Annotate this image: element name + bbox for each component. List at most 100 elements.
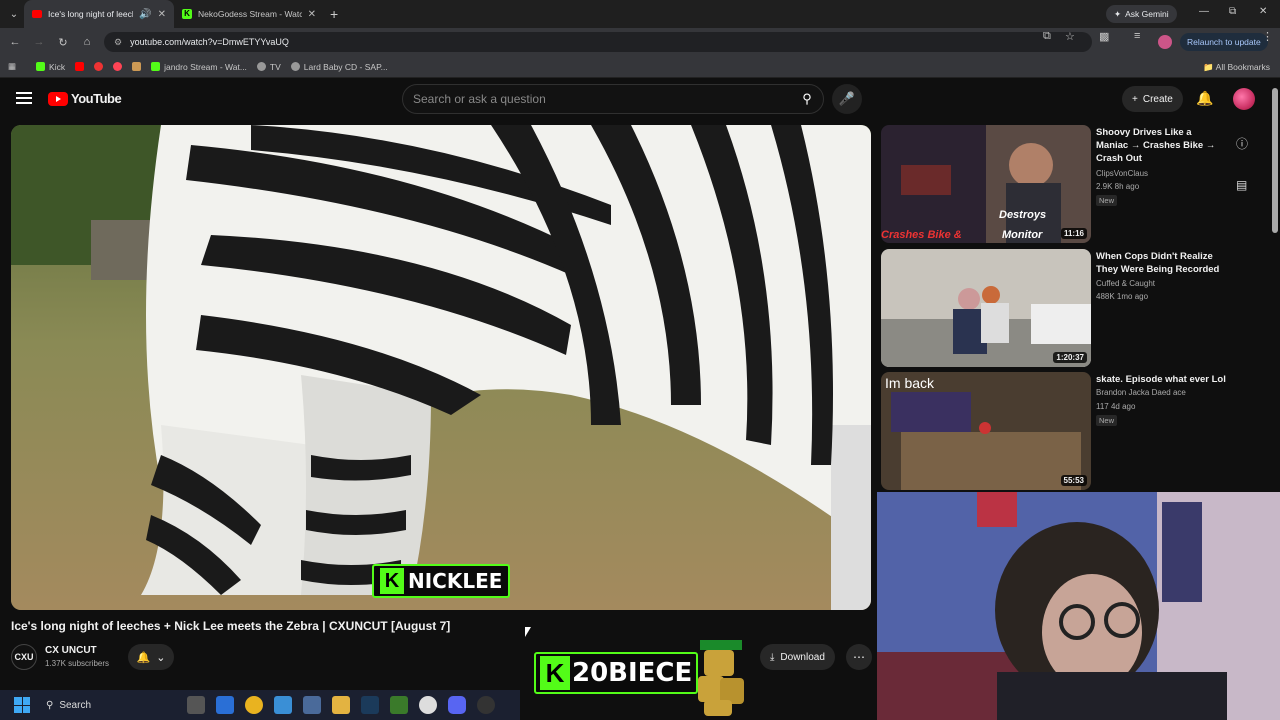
kick-icon [151,62,161,71]
steam-icon[interactable] [361,696,379,714]
reload-icon[interactable]: ↻ [52,31,74,53]
file-explorer-icon[interactable] [332,696,350,714]
rec-channel[interactable]: ClipsVonClaus [1096,169,1148,178]
youtube-header: YouTube Search or ask a question ⚲ 🎤 + Cr… [0,80,1280,118]
calculator-icon[interactable] [303,696,321,714]
create-button[interactable]: + Create [1122,86,1183,112]
youtube-play-icon [48,91,68,106]
all-bookmarks[interactable]: 📁 All Bookmarks [1203,62,1270,73]
video-thumbnail[interactable]: 1:20:37 [881,249,1091,367]
bookmark-red[interactable] [94,62,104,71]
rec-title[interactable]: When Cops Didn't Realize They Were Being… [1096,250,1226,276]
relaunch-button[interactable]: Relaunch to update [1180,33,1268,51]
close-tab-icon[interactable]: ✕ [308,9,316,20]
discord-icon[interactable] [448,696,466,714]
apps-icon[interactable]: ▦ [8,61,16,72]
bookmark-image[interactable] [132,62,142,71]
restore-icon[interactable]: ⧉ [1229,6,1236,17]
create-label: Create [1142,93,1173,105]
kick-icon [36,62,46,71]
obs-icon[interactable] [477,696,495,714]
media-icon[interactable]: ≡ [1134,30,1140,42]
search-icon[interactable]: ⚲ [797,89,817,109]
minimize-icon[interactable]: — [1199,6,1209,17]
tab-title: NekoGodess Stream - Watch Li [198,9,302,19]
bookmark-tv[interactable]: TV [256,61,281,72]
bookmark-lard[interactable]: Lard Baby CD - SAP... [290,62,388,72]
bookmark-label: jandro Stream - Wat... [164,61,247,72]
edge-icon[interactable] [245,696,263,714]
folder-icon: 📁 [1203,62,1214,72]
globe-icon [290,62,300,71]
extensions-icon[interactable]: ▩ [1099,30,1109,43]
video-player[interactable] [11,125,871,610]
back-icon[interactable]: ← [4,31,26,53]
search-input[interactable]: Search or ask a question ⚲ [402,84,824,114]
bookmark-youtube[interactable] [75,62,85,71]
forward-icon[interactable]: → [28,31,50,53]
youtube-icon [75,62,85,71]
subscription-bell-button[interactable]: 🔔 ⌄ [128,644,174,670]
video-thumbnail[interactable]: Im back 55:53 [881,372,1091,490]
taskbar-search[interactable]: ⚲ Search [46,700,176,711]
tab-kick[interactable]: K NekoGodess Stream - Watch Li ✕ [174,0,324,28]
download-button[interactable]: ⤓ Download [760,644,835,670]
audio-icon[interactable]: 🔊 [139,9,151,20]
video-title: Ice's long night of leeches + Nick Lee m… [11,619,451,633]
channel-name[interactable]: CX UNCUT [45,645,97,656]
thumb-text: Destroys [999,209,1047,221]
bookmark-label: TV [269,61,281,72]
close-tab-icon[interactable]: ✕ [158,9,166,20]
install-icon[interactable]: ⧉ [1043,30,1051,43]
new-badge: New [1096,415,1118,426]
site-info-icon[interactable]: ⚙ [114,37,122,48]
download-label: Download [780,651,825,663]
tab-search-icon[interactable]: ⌄ [4,4,24,24]
home-icon[interactable]: ⌂ [76,31,98,53]
new-badge: New [1096,195,1118,206]
new-tab-button[interactable]: + [330,6,338,22]
webcam-image [877,492,1280,720]
rec-title[interactable]: Shoovy Drives Like a Maniac → Crashes Bi… [1096,126,1226,165]
bookmark-kick[interactable]: Kick [36,62,65,72]
rec-title[interactable]: skate. Episode what ever Lol [1096,373,1226,386]
thumbnail-image [881,249,1091,367]
relaunch-label: Relaunch to update [1187,37,1261,47]
scrollbar[interactable] [1272,88,1278,233]
thumb-text: Crashes Bike & [881,229,962,241]
thumbnail-image [881,125,1091,243]
widgets-icon[interactable] [216,696,234,714]
tab-strip: ⌄ Ice's long night of leeches 🔊 ✕ K Neko… [0,0,1280,28]
microphone-icon[interactable]: 🎤 [832,84,862,114]
hamburger-menu-icon[interactable] [16,92,32,104]
menu-dots-icon[interactable]: ⋮ [1262,30,1273,43]
channel-avatar[interactable]: CXU [11,644,37,670]
bookmark-jandro[interactable]: jandro Stream - Wat... [151,62,247,72]
bell-icon: 🔔 [136,651,151,664]
youtube-logo[interactable]: YouTube [48,91,122,106]
logo-text: YouTube [71,91,122,106]
minecraft-icon[interactable] [390,696,408,714]
rec-channel[interactable]: Cuffed & Caught [1096,279,1155,288]
video-thumbnail[interactable]: Destroys Crashes Bike & Monitor 11:16 [881,125,1091,243]
windows-start-icon[interactable] [14,697,30,713]
rec-channel[interactable]: Brandon Jacka Daed ace [1096,388,1186,397]
rec-meta: 117 4d ago [1096,402,1136,411]
thumb-text: Im back [885,375,935,391]
bookmark-reddit[interactable] [113,62,123,71]
notifications-bell-icon[interactable]: 🔔 [1196,90,1213,107]
task-view-icon[interactable] [187,696,205,714]
bookmark-star-icon[interactable]: ☆ [1065,30,1075,43]
info-icon[interactable]: ⓘ [1236,135,1248,152]
profile-avatar[interactable] [1158,35,1172,49]
ask-gemini-button[interactable]: ✦ Ask Gemini [1106,5,1177,23]
close-window-icon[interactable]: ✕ [1259,6,1267,17]
more-actions-icon[interactable]: ⋯ [846,644,872,670]
tab-youtube[interactable]: Ice's long night of leeches 🔊 ✕ [24,0,174,28]
chrome-icon[interactable] [419,696,437,714]
address-bar[interactable]: ⚙ youtube.com/watch?v=DmwETYYvaUQ [104,32,1092,52]
webcam-overlay [877,492,1280,720]
chat-icon[interactable]: ▤ [1236,178,1247,192]
account-avatar[interactable] [1233,88,1255,110]
mail-icon[interactable] [274,696,292,714]
